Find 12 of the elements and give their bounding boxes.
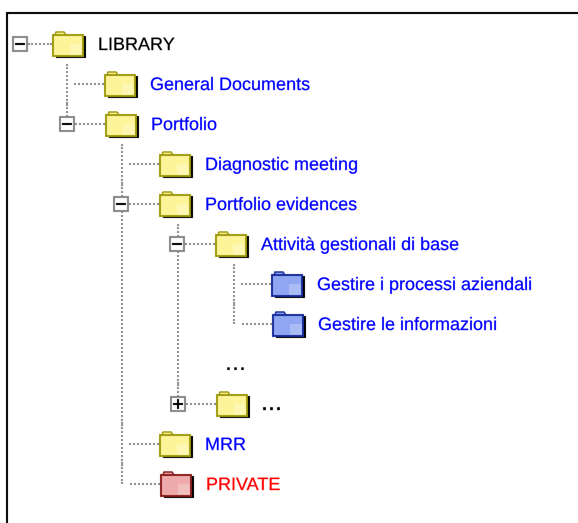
- folder-label[interactable]: ...: [262, 394, 284, 414]
- folder-label[interactable]: Diagnostic meeting: [205, 154, 358, 174]
- folder-label[interactable]: General Documents: [150, 74, 310, 94]
- folder-label[interactable]: Attività gestionali di base: [261, 234, 460, 254]
- folder-label[interactable]: PRIVATE: [206, 474, 280, 494]
- ellipsis-text: ...: [226, 354, 248, 374]
- folder-label[interactable]: Gestire le informazioni: [318, 314, 498, 334]
- folder-label[interactable]: MRR: [205, 434, 246, 454]
- folder-label[interactable]: Portfolio: [151, 114, 218, 134]
- folder-label[interactable]: LIBRARY: [98, 34, 175, 54]
- folder-label[interactable]: Portfolio evidences: [205, 194, 358, 214]
- folder-label[interactable]: Gestire i processi aziendali: [317, 274, 532, 294]
